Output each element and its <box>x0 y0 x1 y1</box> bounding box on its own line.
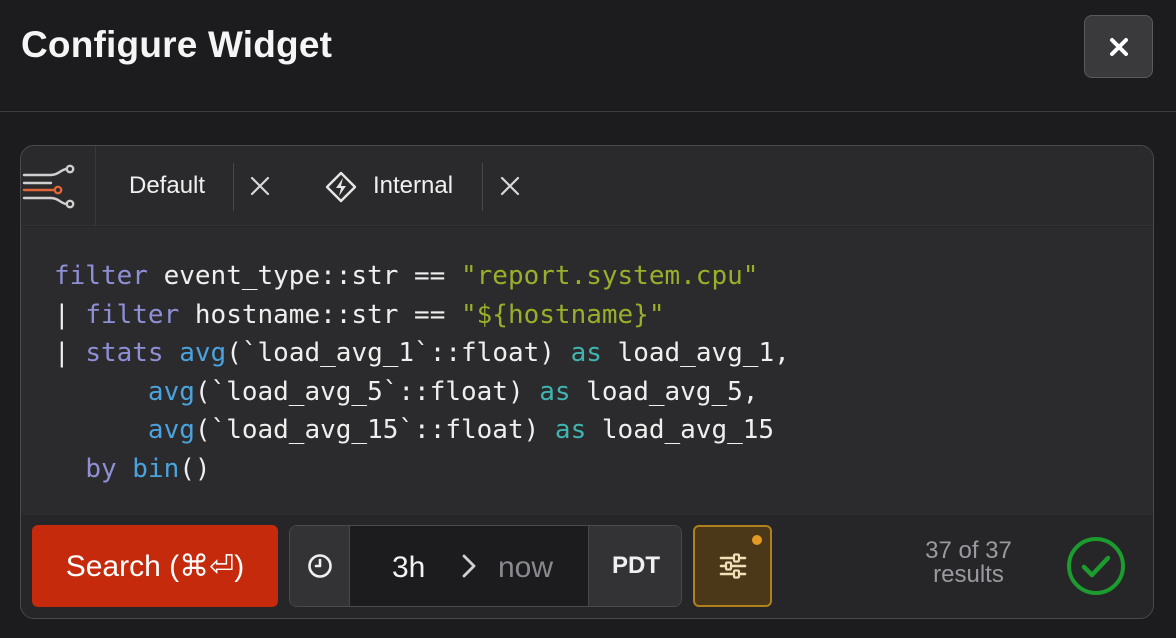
query-editor[interactable]: filter event_type::str == "report.system… <box>21 227 1153 515</box>
dialog-title: Configure Widget <box>21 24 333 65</box>
bolt-icon <box>325 171 357 203</box>
close-icon <box>1109 37 1128 56</box>
search-button[interactable]: Search (⌘⏎) <box>32 525 278 607</box>
query-code[interactable]: filter event_type::str == "report.system… <box>54 257 790 488</box>
datasource-tree-icon <box>22 164 75 209</box>
query-line-5: avg(`load_avg_15`::float) as load_avg_15 <box>147 415 775 445</box>
results-count: 37 of 37 <box>925 537 1012 564</box>
success-check-icon <box>1067 537 1125 595</box>
datasource-menu-button[interactable] <box>21 146 96 226</box>
tab-internal[interactable]: Internal <box>373 172 453 200</box>
dialog-header: Configure Widget <box>0 0 1176 112</box>
query-panel: Default Internal filter event_type::str … <box>20 145 1154 619</box>
query-toolbar: Search (⌘⏎) 3h now PDT 37 of 37 results <box>21 516 1153 618</box>
close-button[interactable] <box>1084 15 1153 78</box>
results-label: results <box>933 561 1004 588</box>
query-line-4: avg(`load_avg_5`::float) as load_avg_5, <box>147 376 759 407</box>
query-line-3: | stats avg(`load_avg_1`::float) as load… <box>54 338 790 368</box>
close-tab-internal-icon[interactable] <box>499 175 521 197</box>
query-line-2: | filter hostname::str == "${hostname}" <box>54 299 665 330</box>
results-summary: 37 of 37 results <box>901 539 1036 587</box>
tab-divider <box>482 163 483 211</box>
sliders-icon <box>719 553 746 579</box>
query-line-1: filter event_type::str == "report.system… <box>54 261 759 291</box>
time-range-picker[interactable]: 3h now PDT <box>289 525 682 607</box>
query-line-6: by bin() <box>85 453 211 484</box>
notification-dot <box>752 535 762 545</box>
time-picker-button[interactable] <box>290 526 350 606</box>
query-settings-button[interactable] <box>693 525 772 607</box>
timezone-button[interactable]: PDT <box>588 526 681 606</box>
clock-icon <box>307 554 332 578</box>
time-range-start[interactable]: 3h <box>392 551 425 585</box>
datasource-tabbar: Default Internal <box>21 146 1153 226</box>
time-range-end[interactable]: now <box>498 551 553 585</box>
tab-default[interactable]: Default <box>129 172 205 200</box>
tab-divider <box>233 163 234 211</box>
close-tab-default-icon[interactable] <box>249 175 271 197</box>
chevron-right-icon <box>462 554 476 578</box>
